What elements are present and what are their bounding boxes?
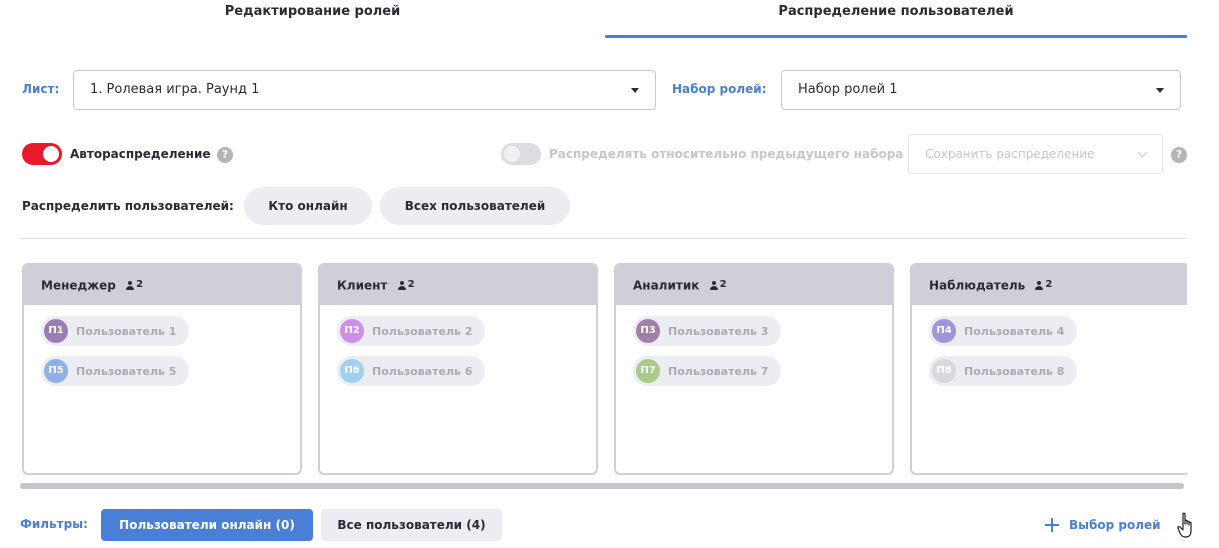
user-chip[interactable]: П3 Пользователь 3: [633, 316, 782, 346]
role-user-count: 2: [397, 265, 415, 305]
divider: [20, 238, 1187, 239]
select-roles-button[interactable]: Выбор ролей: [1045, 514, 1161, 536]
role-set-select-value: Набор ролей 1: [798, 82, 898, 97]
tab-bar: Редактирование ролей Распределение польз…: [0, 0, 1219, 38]
user-name: Пользователь 2: [372, 324, 473, 338]
role-name: Аналитик: [633, 278, 700, 293]
sheet-select-value: 1. Ролевая игра. Раунд 1: [90, 82, 260, 97]
user-name: Пользователь 6: [372, 364, 473, 378]
person-icon: [397, 280, 406, 290]
user-chip[interactable]: П6 Пользователь 6: [337, 356, 486, 386]
user-name: Пользователь 7: [668, 364, 769, 378]
user-name: Пользователь 4: [964, 324, 1065, 338]
filter-all-users-button[interactable]: Все пользователи (4): [321, 509, 502, 541]
plus-icon: [1045, 518, 1059, 532]
tab-user-distribution[interactable]: Распределение пользователей: [605, 0, 1187, 38]
filter-online-users-button[interactable]: Пользователи онлайн (0): [101, 509, 313, 541]
avatar: П7: [636, 359, 660, 383]
distribute-all-button[interactable]: Всех пользователей: [380, 187, 570, 225]
role-name: Клиент: [337, 278, 388, 293]
sheet-label: Лист:: [22, 82, 60, 96]
person-icon: [126, 280, 135, 290]
role-user-count: 2: [709, 265, 727, 305]
role-card-header: Клиент 2: [320, 265, 596, 305]
user-chip[interactable]: П5 Пользователь 5: [41, 356, 190, 386]
role-set-label: Набор ролей:: [672, 82, 767, 96]
save-distribution-label: Сохранить распределение: [925, 147, 1095, 161]
toggle-knob: [43, 146, 59, 162]
tab-edit-roles[interactable]: Редактирование ролей: [20, 0, 605, 38]
role-name: Наблюдатель: [929, 278, 1026, 293]
relative-distribution-toggle[interactable]: [501, 143, 541, 165]
distribute-users-label: Распределить пользователей:: [22, 199, 234, 213]
user-chip[interactable]: П1 Пользователь 1: [41, 316, 190, 346]
sheet-select[interactable]: 1. Ролевая игра. Раунд 1: [73, 70, 656, 110]
user-name: Пользователь 5: [76, 364, 177, 378]
help-icon[interactable]: ?: [217, 147, 233, 163]
avatar: П8: [932, 359, 956, 383]
role-card-header: Аналитик 2: [616, 265, 892, 305]
role-card-header: Наблюдатель 2: [912, 265, 1187, 305]
user-chip[interactable]: П4 Пользователь 4: [929, 316, 1078, 346]
auto-distribution-toggle[interactable]: [22, 143, 62, 165]
avatar: П3: [636, 319, 660, 343]
distribute-online-button[interactable]: Кто онлайн: [244, 187, 372, 225]
user-name: Пользователь 1: [76, 324, 177, 338]
role-card-manager: Менеджер 2 П1 Пользователь 1 П5 Пользова…: [22, 263, 302, 475]
toggle-knob: [504, 146, 520, 162]
user-name: Пользователь 3: [668, 324, 769, 338]
role-user-count: 2: [126, 265, 143, 305]
chevron-down-icon: [1137, 147, 1148, 158]
role-set-select[interactable]: Набор ролей 1: [781, 70, 1181, 110]
caret-down-icon: [1156, 88, 1164, 93]
role-card-analyst: Аналитик 2 П3 Пользователь 3 П7 Пользова…: [614, 263, 894, 475]
role-card-client: Клиент 2 П2 Пользователь 2 П6 Пользовате…: [318, 263, 598, 475]
role-card-observer: Наблюдатель 2 П4 Пользователь 4 П8 Польз…: [910, 263, 1187, 475]
role-name: Менеджер: [41, 278, 116, 293]
avatar: П5: [44, 359, 68, 383]
auto-distribution-label: Автораспределение: [70, 147, 211, 161]
user-name: Пользователь 8: [964, 364, 1065, 378]
relative-distribution-label: Распределять относительно предыдущего на…: [549, 147, 904, 161]
user-chip[interactable]: П7 Пользователь 7: [633, 356, 782, 386]
filters-label: Фильтры:: [20, 517, 88, 531]
role-cards-area: Менеджер 2 П1 Пользователь 1 П5 Пользова…: [20, 263, 1187, 477]
help-icon[interactable]: ?: [1171, 147, 1187, 163]
select-roles-label: Выбор ролей: [1069, 518, 1161, 532]
horizontal-scrollbar[interactable]: [20, 483, 1184, 489]
role-card-header: Менеджер 2: [24, 265, 300, 305]
person-icon: [1035, 280, 1044, 290]
caret-down-icon: [631, 88, 639, 93]
role-user-count: 2: [1035, 265, 1052, 305]
avatar: П4: [932, 319, 956, 343]
user-chip[interactable]: П2 Пользователь 2: [337, 316, 486, 346]
hand-cursor-icon: [1177, 512, 1192, 538]
avatar: П6: [340, 359, 364, 383]
user-chip[interactable]: П8 Пользователь 8: [929, 356, 1078, 386]
person-icon: [709, 280, 718, 290]
avatar: П1: [44, 319, 68, 343]
save-distribution-select[interactable]: Сохранить распределение: [908, 134, 1163, 174]
avatar: П2: [340, 319, 364, 343]
